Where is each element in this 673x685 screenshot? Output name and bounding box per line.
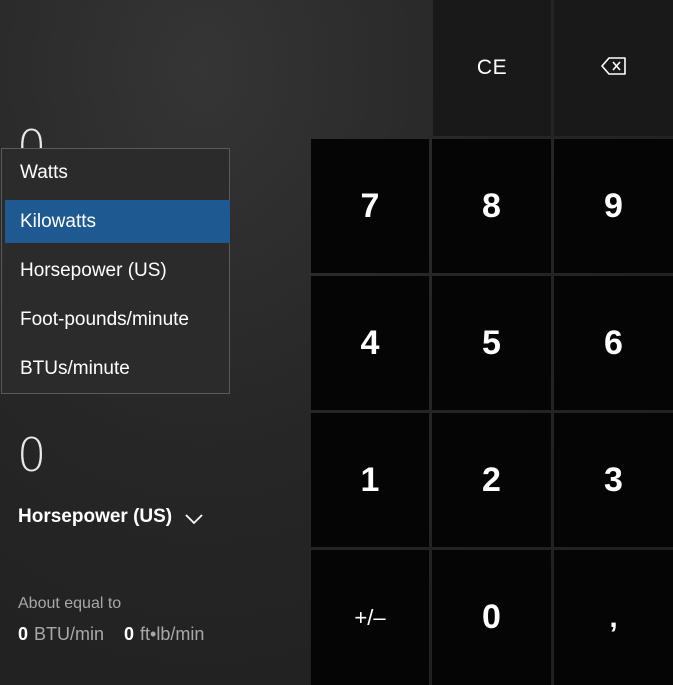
clear-entry-label: CE	[476, 56, 508, 79]
output-value: 0	[17, 428, 47, 482]
digit-7-button[interactable]: 7	[311, 139, 429, 273]
dropdown-option-horsepower[interactable]: Horsepower (US)	[5, 249, 230, 292]
clear-entry-button[interactable]: CE	[433, 0, 551, 136]
dropdown-option-kilowatts[interactable]: Kilowatts	[5, 200, 230, 243]
digit-8-button[interactable]: 8	[432, 139, 551, 273]
dropdown-option-foot-pounds-minute[interactable]: Foot-pounds/minute	[5, 298, 230, 341]
backspace-button[interactable]	[554, 0, 673, 136]
digit-6-button[interactable]: 6	[554, 276, 673, 410]
digit-2-button[interactable]: 2	[432, 413, 551, 547]
backspace-icon	[600, 56, 627, 81]
digit-0-button[interactable]: 0	[432, 550, 551, 685]
output-unit-label: Horsepower (US)	[18, 506, 173, 527]
dropdown-option-watts[interactable]: Watts	[5, 151, 230, 194]
chevron-down-icon	[184, 510, 204, 525]
digit-5-button[interactable]: 5	[432, 276, 551, 410]
equivalent-item: 0 BTU/min	[18, 624, 104, 645]
equivalent-value: 0	[18, 624, 29, 644]
about-equal-label: About equal to	[18, 595, 122, 612]
digit-9-button[interactable]: 9	[554, 139, 673, 273]
equivalent-unit: ft•lb/min	[140, 624, 205, 644]
equivalent-unit: BTU/min	[34, 624, 105, 644]
digit-3-button[interactable]: 3	[554, 413, 673, 547]
equivalents-row: 0 BTU/min 0 ft•lb/min	[18, 624, 204, 645]
input-unit-dropdown[interactable]: Watts Kilowatts Horsepower (US) Foot-pou…	[1, 148, 230, 394]
decimal-separator-button[interactable]: ,	[554, 550, 673, 685]
digit-4-button[interactable]: 4	[311, 276, 429, 410]
plus-minus-button[interactable]: +/–	[311, 550, 429, 685]
dropdown-option-btus-minute[interactable]: BTUs/minute	[5, 347, 230, 390]
digit-1-button[interactable]: 1	[311, 413, 429, 547]
equivalent-item: 0 ft•lb/min	[124, 624, 204, 645]
output-unit-selector[interactable]: Horsepower (US)	[18, 506, 204, 528]
equivalent-value: 0	[124, 624, 135, 644]
